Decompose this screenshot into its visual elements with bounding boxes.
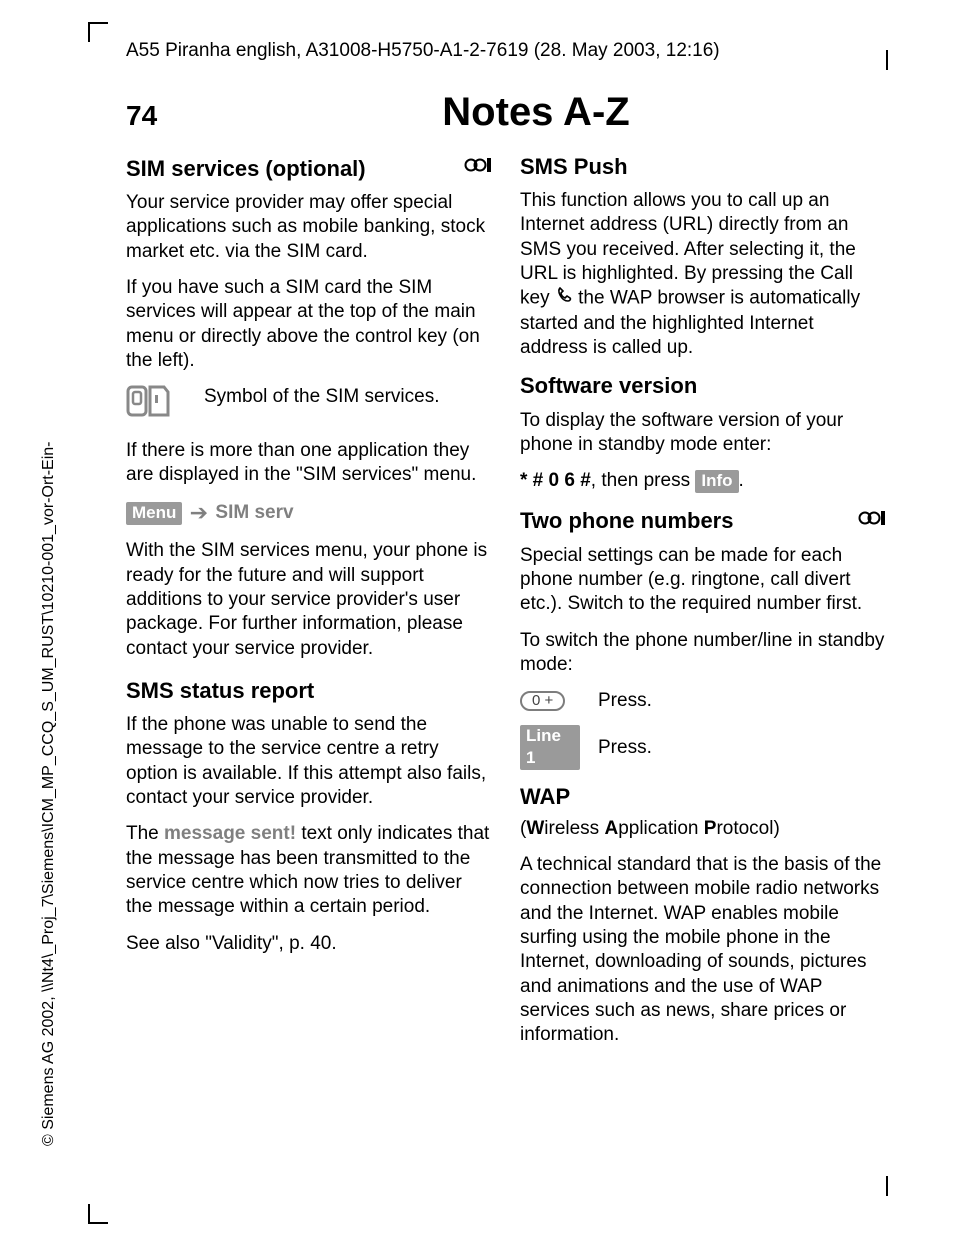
sim-services-heading: SIM services (optional): [126, 155, 366, 183]
network-operator-icon: [858, 508, 886, 535]
code-end: .: [739, 470, 744, 491]
copyright-side-text: © Siemens AG 2002, \\Nt4\_Proj_7\Siemens…: [40, 441, 58, 1146]
crop-mark-top-left: [88, 22, 108, 42]
code-suffix: , then press: [591, 470, 696, 491]
sim-icon-caption: Symbol of the SIM services.: [204, 385, 439, 426]
menu-softkey: Menu: [126, 502, 182, 525]
sim-services-menu-path: Menu ➔ SIM serv: [126, 499, 492, 527]
sms-status-p1: If the phone was unable to send the mess…: [126, 713, 492, 810]
document-path-header: A55 Piranha english, A31008-H5750-A1-2-7…: [126, 40, 720, 62]
wap-a: A: [604, 818, 618, 839]
two-numbers-heading: Two phone numbers: [520, 507, 733, 535]
software-version-p1: To display the software version of your …: [520, 409, 886, 458]
sms-push-p1: This function allows you to call up an I…: [520, 189, 886, 360]
sms-push-heading: SMS Push: [520, 153, 886, 181]
crop-mark-top-right: [886, 50, 888, 70]
sim-services-icon: [126, 385, 186, 426]
press-label-2: Press.: [598, 736, 652, 760]
zero-key: 0 +: [520, 689, 580, 713]
two-numbers-p1: Special settings can be made for each ph…: [520, 544, 886, 617]
right-column: SMS Push This function allows you to cal…: [520, 153, 886, 1060]
sim-services-p3: If there is more than one application th…: [126, 439, 492, 488]
line1-label: Line 1: [520, 725, 580, 770]
code-value: # 0 6 #: [527, 470, 590, 491]
call-key-icon: [555, 286, 573, 311]
sim-services-p4: With the SIM services menu, your phone i…: [126, 539, 492, 661]
software-version-code: * # 0 6 #, then press Info.: [520, 469, 886, 493]
menu-target: SIM serv: [215, 502, 293, 523]
crop-mark-bottom-right: [886, 1176, 888, 1196]
wap-subtitle: (Wireless Application Protocol): [520, 817, 886, 841]
info-softkey: Info: [695, 470, 738, 493]
network-operator-icon: [464, 155, 492, 182]
zero-key-label: 0 +: [520, 691, 565, 712]
wap-p: P: [704, 818, 717, 839]
sim-services-p2: If you have such a SIM card the SIM serv…: [126, 276, 492, 373]
sim-services-p1: Your service provider may offer special …: [126, 191, 492, 264]
page-title: Notes A-Z: [186, 90, 886, 135]
press-label-1: Press.: [598, 689, 652, 713]
line1-softkey: Line 1: [520, 725, 580, 770]
sms-status-p2a: The: [126, 823, 164, 844]
message-sent-label: message sent!: [164, 823, 296, 844]
two-numbers-p2: To switch the phone number/line in stand…: [520, 629, 886, 678]
sms-status-p2: The message sent! text only indicates th…: [126, 822, 492, 919]
wap-w: W: [526, 818, 544, 839]
arrow-icon: ➔: [188, 500, 210, 525]
wap-heading: WAP: [520, 783, 886, 811]
wap-p2: rotocol): [716, 818, 779, 839]
wap-p1: A technical standard that is the basis o…: [520, 853, 886, 1048]
crop-mark-bottom-left: [88, 1204, 108, 1224]
page-number: 74: [126, 100, 186, 132]
wap-w2: ireless: [544, 818, 604, 839]
sms-status-heading: SMS status report: [126, 677, 492, 705]
left-column: SIM services (optional) Your service pro…: [126, 153, 492, 1060]
page-content: 74 Notes A-Z SIM services (optional) You…: [126, 90, 886, 1060]
sms-status-p3: See also "Validity", p. 40.: [126, 932, 492, 956]
software-version-heading: Software version: [520, 372, 886, 400]
wap-a2: pplication: [618, 818, 704, 839]
